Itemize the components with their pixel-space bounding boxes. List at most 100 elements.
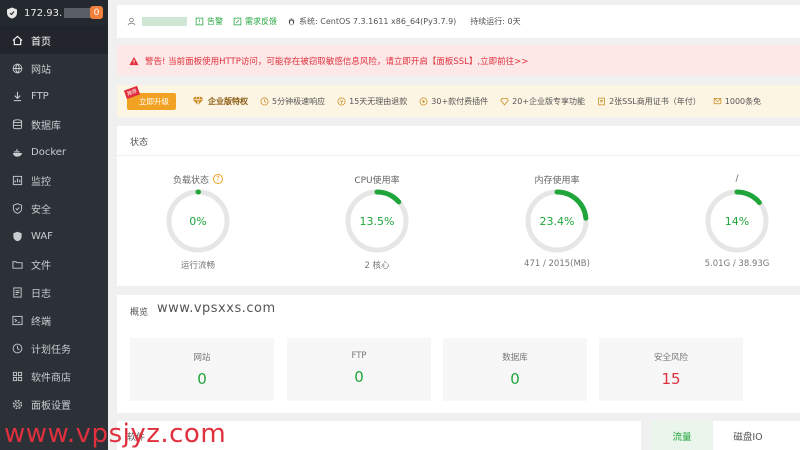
upgrade-button[interactable]: 推荐 立即升级: [123, 85, 176, 110]
overview-card-database[interactable]: 数据库 0: [443, 338, 587, 401]
gauge-sub: 471 / 2015(MB): [524, 259, 590, 269]
promo-feature: 20+企业版专享功能: [500, 96, 585, 107]
gauge-ring: 14%: [705, 189, 769, 253]
sidebar-item-monitor[interactable]: 监控: [0, 166, 108, 194]
sidebar-item-label: 终端: [31, 316, 51, 328]
system-label: 系统: CentOS 7.3.1611 x86_64(Py3.7.9): [299, 17, 457, 26]
sidebar-item-settings[interactable]: 面板设置: [0, 390, 108, 418]
feature-diamond-icon: [500, 97, 509, 105]
promo-feature: 30+款付费插件: [419, 96, 488, 107]
ftp-icon: [13, 91, 22, 101]
watermark-text: www.vpsjyz.com: [4, 419, 227, 449]
disk-gauge[interactable]: / 14% 5.01G / 38.93G: [687, 172, 787, 269]
terminal-icon: [12, 315, 23, 325]
gauge-label: 内存使用率: [534, 175, 580, 186]
linux-icon: [288, 18, 295, 26]
tab-disk-io[interactable]: 磁盘IO: [713, 421, 783, 450]
grid-icon: [12, 371, 23, 381]
memory-gauge[interactable]: 内存使用率 23.4% 471 / 2015(MB): [507, 172, 607, 270]
gauge-ring: 13.5%: [345, 189, 409, 253]
sidebar-item-docker[interactable]: Docker: [0, 138, 108, 166]
overview-title: 概览: [130, 308, 149, 318]
sidebar-item-label: 面板设置: [31, 400, 71, 412]
gauge-sub: 5.01G / 38.93G: [704, 259, 770, 269]
gauge-sub: 运行流畅: [180, 261, 215, 271]
card-label: 安全风险: [653, 353, 688, 363]
gauge-value: 13.5%: [360, 215, 395, 228]
sidebar: 172.93. 0 首页 网站 FTP 数据库 Docker 监控 安全 WAF…: [0, 0, 108, 450]
sidebar-item-label: 软件商店: [31, 372, 71, 384]
plugin-icon: [419, 97, 428, 105]
sidebar-item-security[interactable]: 安全: [0, 194, 108, 222]
sidebar-item-cron[interactable]: 计划任务: [0, 334, 108, 362]
username-redaction: [142, 17, 187, 26]
sidebar-item-label: 安全: [31, 204, 51, 216]
status-divider: [117, 155, 800, 156]
sidebar-item-label: 计划任务: [31, 344, 71, 356]
tab-traffic[interactable]: 流量: [651, 421, 713, 450]
card-label: 网站: [193, 353, 211, 363]
feedback-label: 需求反馈: [245, 17, 277, 26]
shield-icon: [12, 202, 23, 214]
ssl-icon: [598, 97, 605, 105]
globe-icon: [12, 63, 23, 74]
database-icon: [12, 118, 23, 129]
sidebar-item-label: Docker: [31, 146, 67, 158]
gear-icon: [12, 399, 23, 409]
card-value: 15: [661, 370, 681, 388]
sidebar-item-label: 数据库: [31, 120, 61, 132]
sidebar-item-website[interactable]: 网站: [0, 54, 108, 82]
waf-icon: [13, 231, 22, 241]
load-gauge[interactable]: 负载状态? 0% 运行流畅: [148, 172, 248, 271]
card-value: 0: [354, 368, 364, 386]
http-warning-banner[interactable]: 警告! 当前面板使用HTTP访问，可能存在被窃取敏感信息风险，请立即开启【面板S…: [117, 45, 800, 76]
sidebar-item-files[interactable]: 文件: [0, 250, 108, 278]
system-info: 系统: CentOS 7.3.1611 x86_64(Py3.7.9): [287, 16, 456, 27]
gauge-label: /: [735, 174, 739, 184]
sidebar-item-logs[interactable]: 日志: [0, 278, 108, 306]
sidebar-item-home[interactable]: 首页: [0, 26, 108, 54]
overview-panel: 概览 www.vpsxxs.com 网站 0 FTP 0 数据库 0 安全风险 …: [117, 295, 800, 413]
card-value: 0: [197, 370, 207, 388]
help-icon[interactable]: ?: [213, 174, 223, 184]
sidebar-item-terminal[interactable]: 终端: [0, 306, 108, 334]
overview-domain-text: www.vpsxxs.com: [157, 301, 276, 316]
card-value: 0: [510, 370, 520, 388]
folder-icon: [12, 260, 23, 269]
promo-feature: 15天无理由退款: [337, 96, 407, 107]
promo-feature: 1000条免: [713, 96, 761, 107]
alert-link[interactable]: 告警: [195, 16, 223, 27]
gauge-label: 负载状态: [172, 175, 209, 186]
sidebar-item-label: FTP: [31, 90, 49, 102]
sidebar-item-database[interactable]: 数据库: [0, 110, 108, 138]
sidebar-header[interactable]: 172.93. 0: [0, 0, 108, 26]
gauge-value: 14%: [725, 215, 749, 228]
alert-icon: [195, 17, 204, 26]
log-icon: [13, 286, 22, 298]
gauge-value: 23.4%: [540, 215, 575, 228]
recommend-tag: 推荐: [123, 85, 141, 99]
promo-feature: 5分钟极速响应: [260, 96, 325, 107]
overview-card-security-risk[interactable]: 安全风险 15: [599, 338, 743, 401]
docker-icon: [12, 148, 23, 157]
sidebar-item-ftp[interactable]: FTP: [0, 82, 108, 110]
sidebar-item-label: WAF: [31, 230, 53, 242]
overview-card-ftp[interactable]: FTP 0: [287, 338, 431, 401]
alert-label: 告警: [207, 17, 223, 26]
sidebar-item-store[interactable]: 软件商店: [0, 362, 108, 390]
sidebar-item-waf[interactable]: WAF: [0, 222, 108, 250]
notification-badge[interactable]: 0: [90, 6, 103, 19]
uptime-label: 持续运行: 0天: [470, 17, 521, 26]
clock-icon: [12, 343, 23, 353]
sidebar-item-label: 日志: [31, 288, 51, 300]
enterprise-promo-banner: 推荐 立即升级 企业版特权 5分钟极速响应 15天无理由退款 30+款付费插件 …: [117, 85, 800, 117]
cpu-gauge[interactable]: CPU使用率 13.5% 2 核心: [327, 172, 427, 271]
gauge-sub: 2 核心: [364, 261, 390, 271]
edit-icon: [233, 17, 242, 26]
message-icon: [713, 97, 722, 104]
overview-card-website[interactable]: 网站 0: [130, 338, 274, 401]
card-label: 数据库: [502, 353, 528, 363]
sidebar-item-label: 网站: [31, 64, 51, 76]
feedback-link[interactable]: 需求反馈: [233, 16, 277, 27]
user-icon: [127, 17, 136, 26]
